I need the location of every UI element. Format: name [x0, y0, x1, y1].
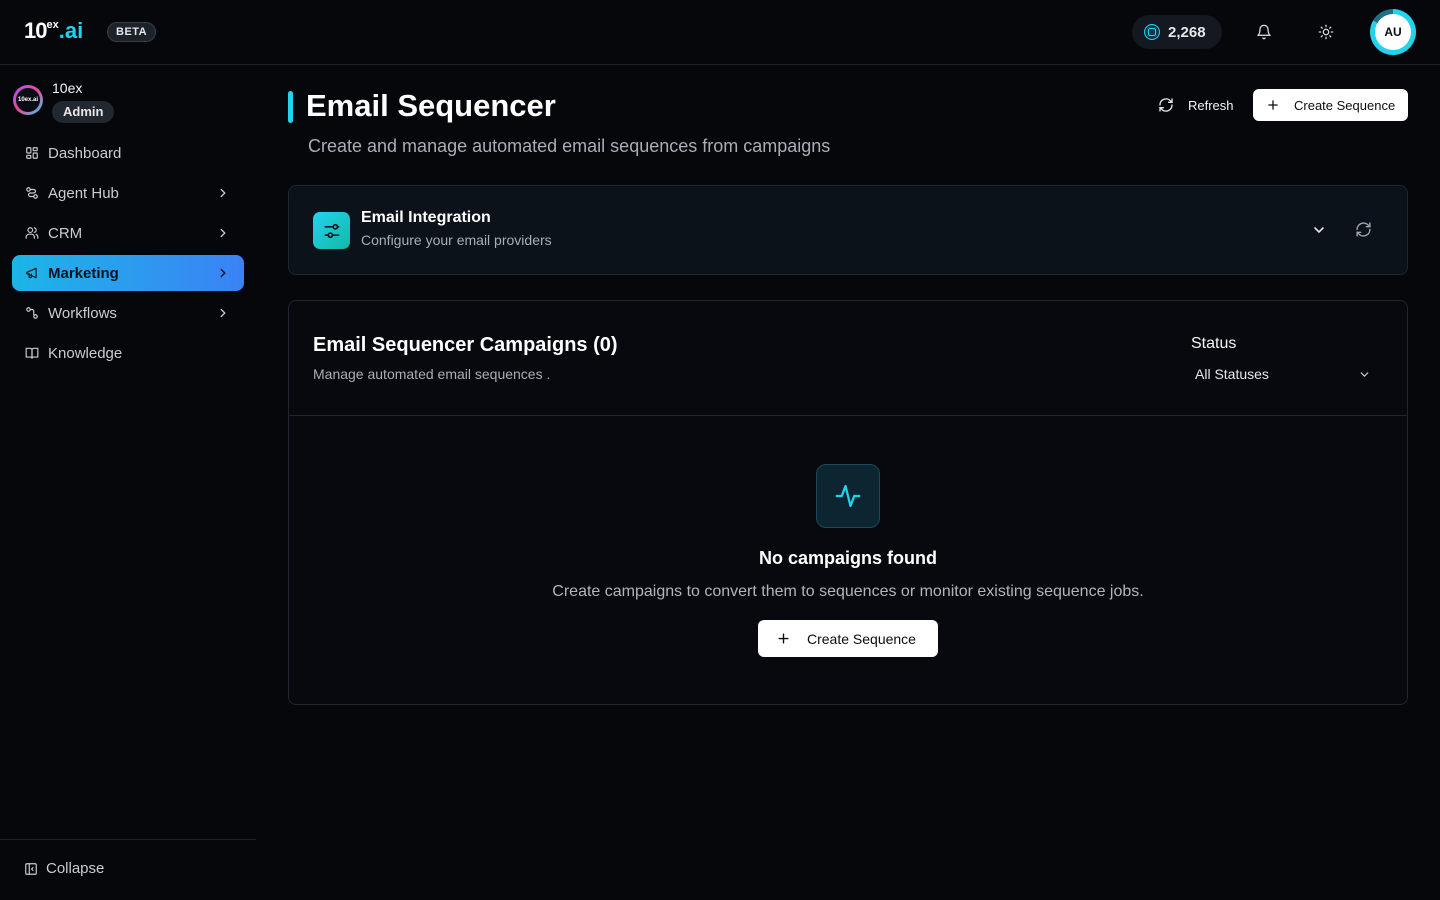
campaigns-title: Email Sequencer Campaigns (0) — [313, 334, 618, 356]
megaphone-icon — [24, 265, 40, 281]
sidebar-item-workflows[interactable]: Workflows — [12, 295, 244, 331]
credits-value: 2,268 — [1168, 23, 1206, 41]
refresh-icon — [1159, 98, 1173, 112]
plus-icon — [778, 633, 789, 644]
sidebar-item-crm[interactable]: CRM — [12, 215, 244, 251]
sidebar-item-label: Dashboard — [48, 144, 122, 162]
empty-state-title: No campaigns found — [758, 548, 937, 568]
create-sequence-label: Create Sequence — [1294, 97, 1396, 113]
refresh-button[interactable]: Refresh — [1150, 90, 1242, 120]
sidebar-item-label: Workflows — [48, 304, 117, 322]
theme-toggle-button[interactable] — [1314, 20, 1338, 44]
title-accent-bar — [288, 91, 293, 123]
status-filter-label: Status — [1191, 335, 1237, 352]
org-switcher[interactable]: 10ex.ai 10ex Admin — [13, 80, 243, 124]
campaigns-subtitle: Manage automated email sequences . — [313, 366, 551, 382]
chevron-right-icon — [220, 188, 226, 198]
status-filter-value: All Statuses — [1195, 366, 1269, 382]
grid-icon — [24, 145, 40, 161]
empty-create-sequence-button[interactable]: Create Sequence — [758, 620, 938, 657]
email-integration-card[interactable]: Email Integration Configure your email p… — [288, 185, 1408, 275]
empty-state-subtitle: Create campaigns to convert them to sequ… — [552, 583, 1144, 600]
notifications-button[interactable] — [1252, 20, 1276, 44]
sidebar-item-label: Agent Hub — [48, 184, 119, 202]
coin-icon — [1144, 24, 1160, 40]
user-avatar[interactable]: AU — [1370, 9, 1416, 55]
workflow-icon — [24, 305, 40, 321]
credits-counter[interactable]: 2,268 — [1132, 15, 1222, 49]
campaigns-divider — [289, 415, 1407, 416]
org-role-badge: Admin — [52, 101, 115, 123]
chevron-right-icon — [220, 228, 226, 238]
logo-sup: ex — [46, 19, 59, 31]
sidebar-item-label: CRM — [48, 224, 83, 242]
org-logo-text: 10ex.ai — [16, 88, 40, 112]
collapse-label: Collapse — [46, 860, 105, 877]
sidebar-item-agent-hub[interactable]: Agent Hub — [12, 175, 244, 211]
route-icon — [24, 185, 40, 201]
book-icon — [24, 345, 40, 361]
campaigns-card: Email Sequencer Campaigns (0) Manage aut… — [288, 300, 1408, 705]
settings-sliders-icon — [313, 212, 350, 249]
chevron-down-icon — [1360, 372, 1369, 377]
chevron-down-icon[interactable] — [1311, 222, 1327, 238]
collapse-button[interactable]: Collapse — [24, 860, 104, 877]
status-filter-select[interactable]: All Statuses — [1191, 357, 1381, 391]
bell-icon — [1257, 24, 1271, 40]
sidebar-divider — [0, 839, 256, 840]
org-name: 10ex — [52, 80, 83, 96]
sync-icon[interactable] — [1355, 221, 1372, 238]
sidebar: 10ex.ai 10ex Admin Dashboard Agent Hub C… — [0, 65, 256, 900]
top-bar: 10 ex .ai BETA 2,268 AU — [0, 0, 1440, 65]
integration-subtitle: Configure your email providers — [361, 232, 552, 248]
chevron-right-icon — [220, 308, 226, 318]
users-icon — [24, 225, 40, 241]
refresh-label: Refresh — [1188, 97, 1234, 113]
sidebar-item-marketing[interactable]: Marketing — [12, 255, 244, 291]
sidebar-item-label: Marketing — [48, 264, 119, 282]
logo-ai: .ai — [58, 18, 84, 43]
org-logo: 10ex.ai — [13, 85, 43, 115]
beta-badge: BETA — [107, 22, 157, 42]
panel-left-icon — [25, 862, 37, 875]
integration-title: Email Integration — [361, 209, 491, 226]
activity-icon — [816, 464, 880, 528]
page-title: Email Sequencer — [306, 88, 556, 123]
sidebar-item-dashboard[interactable]: Dashboard — [12, 135, 244, 171]
sun-icon — [1318, 24, 1334, 40]
app-logo[interactable]: 10 ex .ai — [24, 18, 83, 44]
sidebar-item-label: Knowledge — [48, 344, 123, 362]
sidebar-item-knowledge[interactable]: Knowledge — [12, 335, 244, 371]
chevron-right-icon — [220, 268, 226, 278]
empty-create-sequence-label: Create Sequence — [807, 630, 916, 647]
avatar-initials: AU — [1375, 14, 1411, 50]
create-sequence-button[interactable]: Create Sequence — [1253, 89, 1408, 121]
logo-main: 10 — [24, 18, 48, 43]
page-subtitle: Create and manage automated email sequen… — [308, 136, 831, 156]
plus-icon — [1268, 100, 1278, 110]
